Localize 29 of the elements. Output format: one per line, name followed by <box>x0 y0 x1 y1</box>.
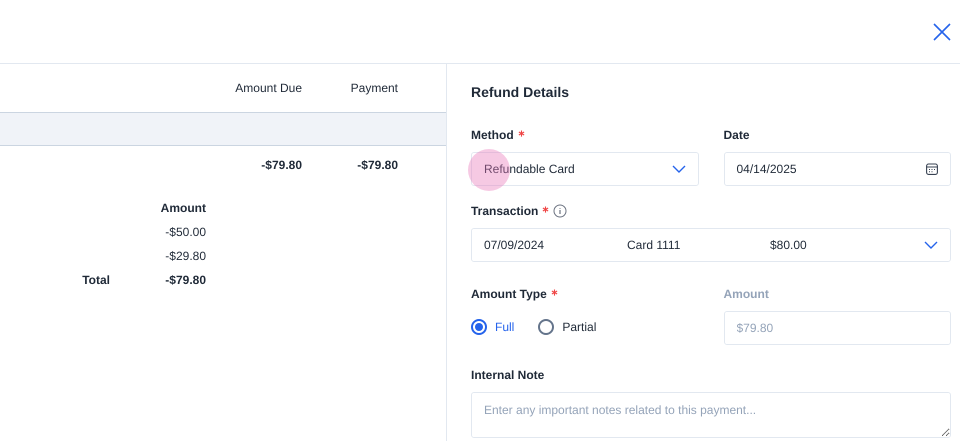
amount-cell-text: -$79.80 <box>164 272 206 289</box>
radio-button[interactable]: Partial <box>538 318 596 336</box>
field-label: Amount Type <box>471 286 547 303</box>
required-icon <box>550 288 558 296</box>
calendar-icon <box>926 163 938 175</box>
column-header: Amount Due <box>234 80 302 97</box>
field-label: Date <box>724 127 750 144</box>
table-cell-text: -$79.80 <box>260 157 302 174</box>
total-label: Total <box>82 273 110 287</box>
field-label: Internal Note <box>471 367 544 384</box>
chevron-down-icon <box>672 165 686 173</box>
required-icon <box>542 206 550 212</box>
date-field[interactable]: 04/14/2025 <box>724 152 951 186</box>
note-field[interactable]: Enter any important notes related to this payment... <box>471 392 951 438</box>
chevron-down-icon <box>924 241 938 249</box>
table-cell-text: -$79.80 <box>356 157 398 174</box>
radio-button[interactable]: Full <box>471 318 514 336</box>
field-label: Amount <box>724 286 769 303</box>
field-label: Method <box>471 127 514 144</box>
field-label: Transaction <box>471 203 538 220</box>
amount-cell-text: -$29.80 <box>164 248 206 265</box>
amount-cell-text: -$50.00 <box>164 224 206 241</box>
close-icon <box>932 22 952 42</box>
info-icon[interactable] <box>553 204 568 218</box>
column-header: Payment <box>350 80 398 97</box>
section-title: Refund Details <box>471 83 570 102</box>
column-header: Amount <box>160 200 206 217</box>
required-icon <box>518 130 525 136</box>
select-field[interactable]: 07/09/2024 Card 1111 $80.00 <box>471 228 951 262</box>
